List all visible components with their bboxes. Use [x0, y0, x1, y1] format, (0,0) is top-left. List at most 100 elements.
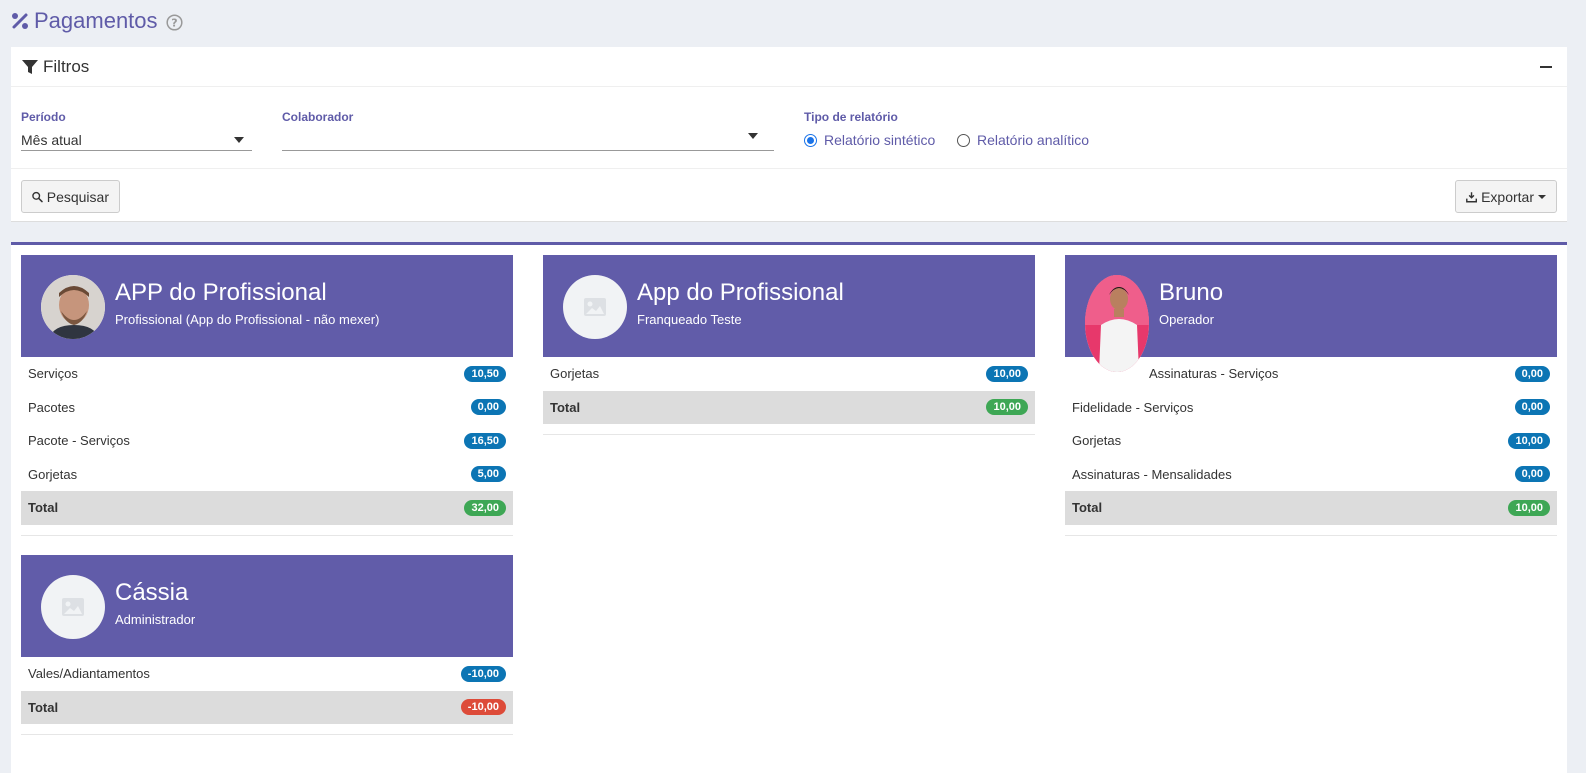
item-label: Gorjetas — [1072, 433, 1122, 449]
item-label: Vales/Adiantamentos — [28, 666, 150, 682]
total-badge: 10,00 — [1508, 499, 1550, 516]
results-panel: APP do Profissional Profissional (App do… — [11, 242, 1567, 773]
card-footer — [21, 724, 513, 735]
page-header: Pagamentos ? — [10, 6, 183, 36]
search-icon — [32, 191, 43, 202]
total-label: Total — [28, 500, 59, 516]
card-header: App do Profissional Franqueado Teste — [543, 255, 1035, 357]
image-placeholder-icon — [584, 298, 606, 316]
item-label: Gorjetas — [28, 466, 78, 482]
avatar — [563, 275, 627, 339]
radio-relatorio-sintetico[interactable]: Relatório sintético — [804, 132, 935, 148]
total-row: Total 10,00 — [543, 390, 1035, 424]
person-photo-icon — [41, 275, 105, 339]
list-item: Vales/Adiantamentos -10,00 — [21, 657, 513, 691]
filters-header: Filtros — [11, 47, 1567, 87]
total-row: Total -10,00 — [21, 690, 513, 724]
radio-relatorio-analitico[interactable]: Relatório analítico — [957, 132, 1089, 148]
download-icon — [1466, 191, 1477, 202]
value-badge: 10,00 — [986, 365, 1028, 382]
item-label: Fidelidade - Serviços — [1072, 399, 1194, 415]
radio-unchecked-icon — [957, 133, 970, 147]
colaborador-label: Colaborador — [282, 110, 354, 124]
total-badge: 10,00 — [986, 399, 1028, 416]
help-circle-icon[interactable]: ? — [165, 14, 183, 31]
item-label: Pacote - Serviços — [28, 433, 130, 449]
list-item: Assinaturas - Mensalidades 0,00 — [1065, 458, 1557, 492]
filters-title: Filtros — [43, 56, 90, 76]
colaborador-select[interactable] — [282, 129, 774, 151]
card-footer — [543, 424, 1035, 435]
card-footer — [21, 525, 513, 536]
collaborator-card: App do Profissional Franqueado Teste Gor… — [543, 255, 1035, 435]
value-badge: -10,00 — [460, 665, 506, 682]
value-badge: 10,50 — [464, 365, 506, 382]
svg-text:?: ? — [171, 17, 177, 30]
value-badge: 0,00 — [1514, 466, 1550, 483]
periodo-label: Período — [21, 110, 66, 124]
radio-label: Relatório sintético — [824, 132, 936, 148]
list-item: Pacote - Serviços 16,50 — [21, 424, 513, 458]
chevron-down-icon — [748, 133, 758, 139]
search-button-label: Pesquisar — [46, 188, 109, 205]
funnel-icon — [22, 59, 38, 74]
tipo-relatorio-label: Tipo de relatório — [804, 110, 898, 124]
total-label: Total — [28, 699, 59, 715]
radio-label: Relatório analítico — [977, 132, 1090, 148]
card-footer — [1065, 525, 1557, 536]
value-badge: 0,00 — [470, 399, 506, 416]
total-badge: 32,00 — [464, 499, 506, 516]
list-item: Gorjetas 10,00 — [543, 357, 1035, 391]
item-label: Pacotes — [28, 399, 75, 415]
avatar — [41, 575, 105, 639]
collaborator-card: Cássia Administrador Vales/Adiantamentos… — [21, 555, 513, 735]
collaborator-card: Bruno Operador Assinaturas - Serviços 0,0… — [1065, 255, 1557, 536]
periodo-value: Mês atual — [21, 131, 82, 148]
value-badge: 10,00 — [1508, 432, 1550, 449]
radio-checked-icon — [804, 133, 817, 147]
value-badge: 16,50 — [464, 432, 506, 449]
list-item: Serviços 10,50 — [21, 357, 513, 391]
filters-panel: Filtros Período Mês atual Colaborador Ti… — [11, 47, 1567, 222]
value-badge: 0,00 — [1514, 399, 1550, 416]
image-placeholder-icon — [62, 598, 84, 616]
card-header: APP do Profissional Profissional (App do… — [21, 255, 513, 357]
list-item: Gorjetas 10,00 — [1065, 424, 1557, 458]
list-item: Fidelidade - Serviços 0,00 — [1065, 391, 1557, 425]
list-item: Gorjetas 5,00 — [21, 458, 513, 492]
card-role: Profissional (App do Profissional - não … — [115, 312, 380, 327]
card-role: Operador — [1159, 312, 1214, 327]
item-label: Assinaturas - Serviços — [1149, 366, 1279, 382]
page-title: Pagamentos — [34, 8, 158, 33]
percent-icon — [12, 13, 28, 29]
export-button[interactable]: Exportar — [1455, 180, 1557, 213]
avatar — [41, 275, 105, 339]
item-label: Assinaturas - Mensalidades — [1072, 466, 1232, 482]
value-badge: 5,00 — [470, 466, 506, 483]
search-button[interactable]: Pesquisar — [21, 180, 120, 213]
card-header: Bruno Operador — [1065, 255, 1557, 372]
person-photo-icon — [1085, 275, 1149, 372]
periodo-select[interactable]: Mês atual — [21, 129, 252, 151]
card-name: App do Profissional — [637, 279, 844, 306]
chevron-down-icon — [234, 137, 244, 143]
export-button-label: Exportar — [1481, 188, 1534, 205]
card-role: Franqueado Teste — [637, 312, 742, 327]
list-item: Pacotes 0,00 — [21, 391, 513, 425]
total-label: Total — [1072, 500, 1103, 516]
card-name: Cássia — [115, 579, 189, 606]
collapse-button[interactable] — [1539, 58, 1553, 74]
card-header: Cássia Administrador — [21, 555, 513, 657]
item-label: Gorjetas — [550, 366, 600, 382]
chevron-down-icon — [1538, 194, 1546, 199]
list-item: Assinaturas - Serviços 0,00 — [1065, 357, 1557, 391]
card-name: Bruno — [1159, 279, 1224, 306]
total-badge: -10,00 — [460, 699, 506, 716]
total-label: Total — [550, 399, 581, 415]
item-label: Serviços — [28, 366, 78, 382]
avatar — [1085, 275, 1149, 372]
card-name: APP do Profissional — [115, 279, 327, 306]
card-role: Administrador — [115, 612, 196, 627]
total-row: Total 10,00 — [1065, 491, 1557, 525]
value-badge: 0,00 — [1514, 365, 1550, 382]
